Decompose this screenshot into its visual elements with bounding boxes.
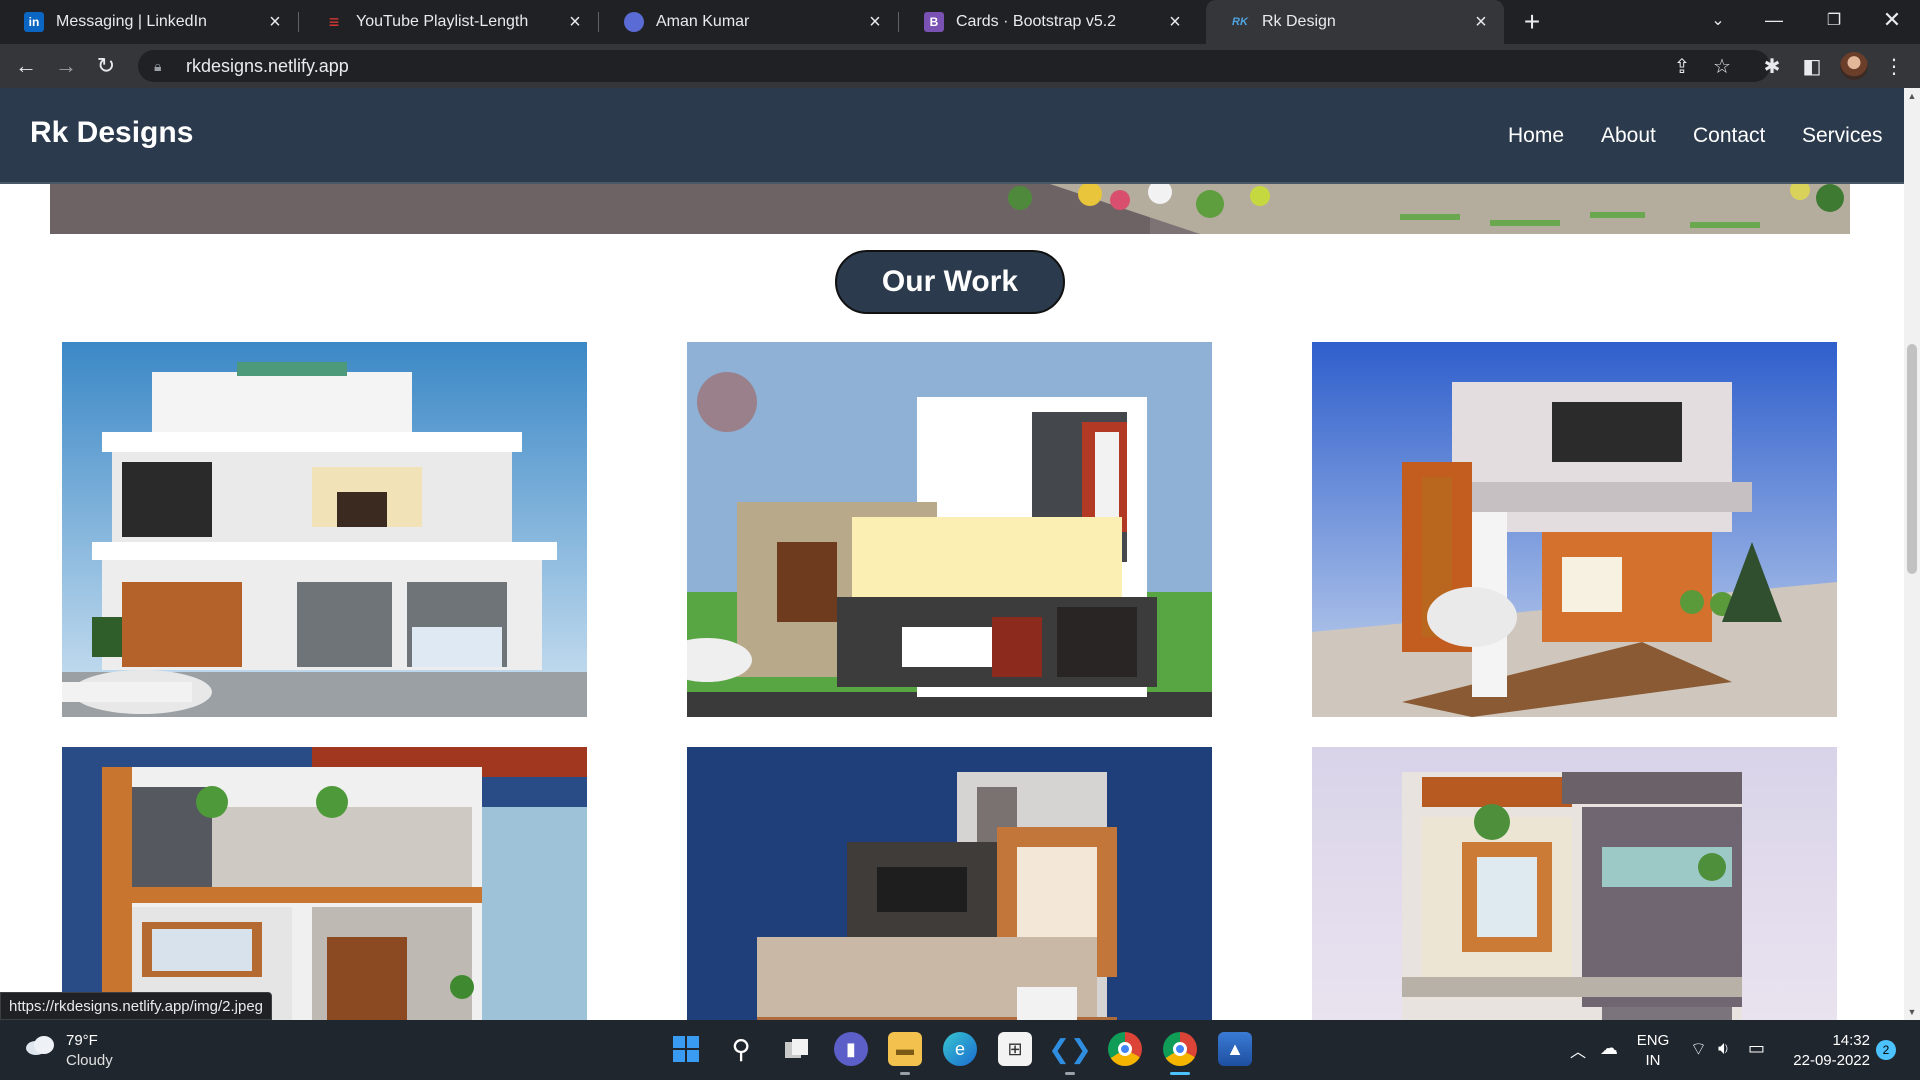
- close-icon[interactable]: ×: [564, 11, 586, 33]
- restore-button[interactable]: ❐: [1806, 0, 1862, 40]
- gallery-image-6[interactable]: [1312, 747, 1837, 1020]
- running-indicator: [1065, 1072, 1075, 1075]
- photos-icon[interactable]: ▲: [1218, 1032, 1252, 1066]
- extensions-puzzle-icon[interactable]: ✱: [1760, 54, 1784, 78]
- tab-strip: in Messaging | LinkedIn × ≡ YouTube Play…: [0, 0, 1920, 44]
- chrome-active-icon[interactable]: [1163, 1032, 1197, 1066]
- scroll-up-icon[interactable]: ▲: [1904, 88, 1920, 104]
- bookmark-star-icon[interactable]: ☆: [1710, 54, 1734, 78]
- profile-icon: [624, 12, 644, 32]
- nav-services[interactable]: Services: [1802, 124, 1883, 148]
- forward-arrow-icon[interactable]: →: [50, 50, 82, 82]
- volume-icon[interactable]: 🔉︎: [1718, 1038, 1729, 1059]
- close-icon[interactable]: ×: [1470, 11, 1492, 33]
- gallery-image-5[interactable]: [687, 747, 1212, 1020]
- edge-icon[interactable]: e: [943, 1032, 977, 1066]
- language-region[interactable]: IN: [1636, 1052, 1670, 1069]
- more-menu-icon[interactable]: ⋮: [1882, 54, 1906, 78]
- windows-taskbar: 79°F Cloudy ⚲ ▮ ▬ e ⊞ ❮❯ ▲ ︿ ☁ ENG IN ⌔ …: [0, 1020, 1920, 1080]
- tab-linkedin[interactable]: in Messaging | LinkedIn ×: [0, 0, 298, 44]
- chevron-up-icon[interactable]: ︿: [1570, 1038, 1586, 1062]
- page-scrollbar[interactable]: ▲ ▼: [1904, 88, 1920, 1020]
- nav-contact[interactable]: Contact: [1693, 124, 1765, 148]
- search-icon[interactable]: ⚲: [724, 1032, 758, 1066]
- window-close-button[interactable]: ✕: [1864, 0, 1920, 40]
- url-text: rkdesigns.netlify.app: [186, 55, 349, 76]
- bootstrap-icon: B: [924, 12, 944, 32]
- gallery-image-1[interactable]: [62, 342, 587, 717]
- running-indicator: [900, 1072, 910, 1075]
- address-bar[interactable]: 🔒︎ rkdesigns.netlify.app: [138, 50, 1770, 82]
- tab-title: YouTube Playlist-Length: [356, 13, 529, 30]
- battery-icon[interactable]: ▭: [1748, 1038, 1765, 1059]
- reload-icon[interactable]: ↻: [90, 50, 122, 82]
- back-arrow-icon[interactable]: ←: [10, 50, 42, 82]
- tab-title: Aman Kumar: [656, 13, 750, 30]
- gallery-image-4[interactable]: [62, 747, 587, 1020]
- playlist-icon: ≡: [328, 11, 340, 32]
- hero-image: [50, 184, 1850, 234]
- tab-title: Messaging | LinkedIn: [56, 13, 207, 30]
- rk-design-icon: RK: [1232, 16, 1248, 28]
- tab-search-icon[interactable]: ⌄: [1690, 0, 1746, 40]
- close-icon[interactable]: ×: [264, 11, 286, 33]
- share-icon[interactable]: ⇪: [1670, 54, 1694, 78]
- scroll-down-icon[interactable]: ▼: [1904, 1004, 1920, 1020]
- gallery-image-3[interactable]: [1312, 342, 1837, 717]
- clock-time[interactable]: 14:32: [1786, 1032, 1870, 1049]
- nav-home[interactable]: Home: [1508, 124, 1564, 148]
- section-title-our-work: Our Work: [835, 250, 1065, 314]
- notification-badge[interactable]: 2: [1876, 1040, 1896, 1060]
- clock-date[interactable]: 22-09-2022: [1786, 1052, 1870, 1069]
- site-brand[interactable]: Rk Designs: [30, 116, 193, 150]
- close-icon[interactable]: ×: [864, 11, 886, 33]
- windows-start-icon[interactable]: [669, 1032, 703, 1066]
- tab-rk-design[interactable]: RK Rk Design ×: [1206, 0, 1504, 44]
- tab-youtube-playlist[interactable]: ≡ YouTube Playlist-Length ×: [300, 0, 598, 44]
- weather-description[interactable]: Cloudy: [66, 1052, 113, 1069]
- scrollbar-thumb[interactable]: [1907, 344, 1917, 574]
- linkedin-icon: in: [24, 12, 44, 32]
- new-tab-button[interactable]: +: [1516, 6, 1548, 38]
- lock-icon: 🔒︎: [154, 57, 162, 74]
- weather-temperature[interactable]: 79°F: [66, 1032, 98, 1049]
- tab-title: Cards · Bootstrap v5.2: [956, 13, 1117, 30]
- side-panel-icon[interactable]: ◧: [1800, 54, 1824, 78]
- close-icon[interactable]: ×: [1164, 11, 1186, 33]
- nav-about[interactable]: About: [1601, 124, 1656, 148]
- cloud-icon[interactable]: [24, 1034, 56, 1056]
- language-indicator[interactable]: ENG: [1636, 1032, 1670, 1049]
- tab-divider: [598, 12, 599, 32]
- tab-title: Rk Design: [1262, 13, 1336, 30]
- task-view-icon[interactable]: [780, 1032, 814, 1066]
- link-status-bubble: https://rkdesigns.netlify.app/img/2.jpeg: [0, 992, 273, 1020]
- onedrive-cloud-icon[interactable]: ☁: [1600, 1038, 1618, 1059]
- gallery-image-2[interactable]: [687, 342, 1212, 717]
- active-indicator: [1170, 1072, 1190, 1075]
- page-viewport: Rk Designs Home About Contact Services O…: [0, 88, 1904, 1020]
- file-explorer-icon[interactable]: ▬: [888, 1032, 922, 1066]
- tab-bootstrap-cards[interactable]: B Cards · Bootstrap v5.2 ×: [900, 0, 1198, 44]
- profile-avatar[interactable]: [1840, 52, 1868, 80]
- wifi-icon[interactable]: ⌔: [1690, 1038, 1707, 1061]
- teams-chat-icon[interactable]: ▮: [834, 1032, 868, 1066]
- tab-divider: [298, 12, 299, 32]
- minimize-button[interactable]: —: [1746, 0, 1802, 40]
- microsoft-store-icon[interactable]: ⊞: [998, 1032, 1032, 1066]
- tab-aman-kumar[interactable]: Aman Kumar ×: [600, 0, 898, 44]
- vscode-icon[interactable]: ❮❯: [1048, 1032, 1092, 1066]
- tab-divider: [898, 12, 899, 32]
- site-navbar: Rk Designs Home About Contact Services: [0, 88, 1904, 184]
- chrome-icon[interactable]: [1108, 1032, 1142, 1066]
